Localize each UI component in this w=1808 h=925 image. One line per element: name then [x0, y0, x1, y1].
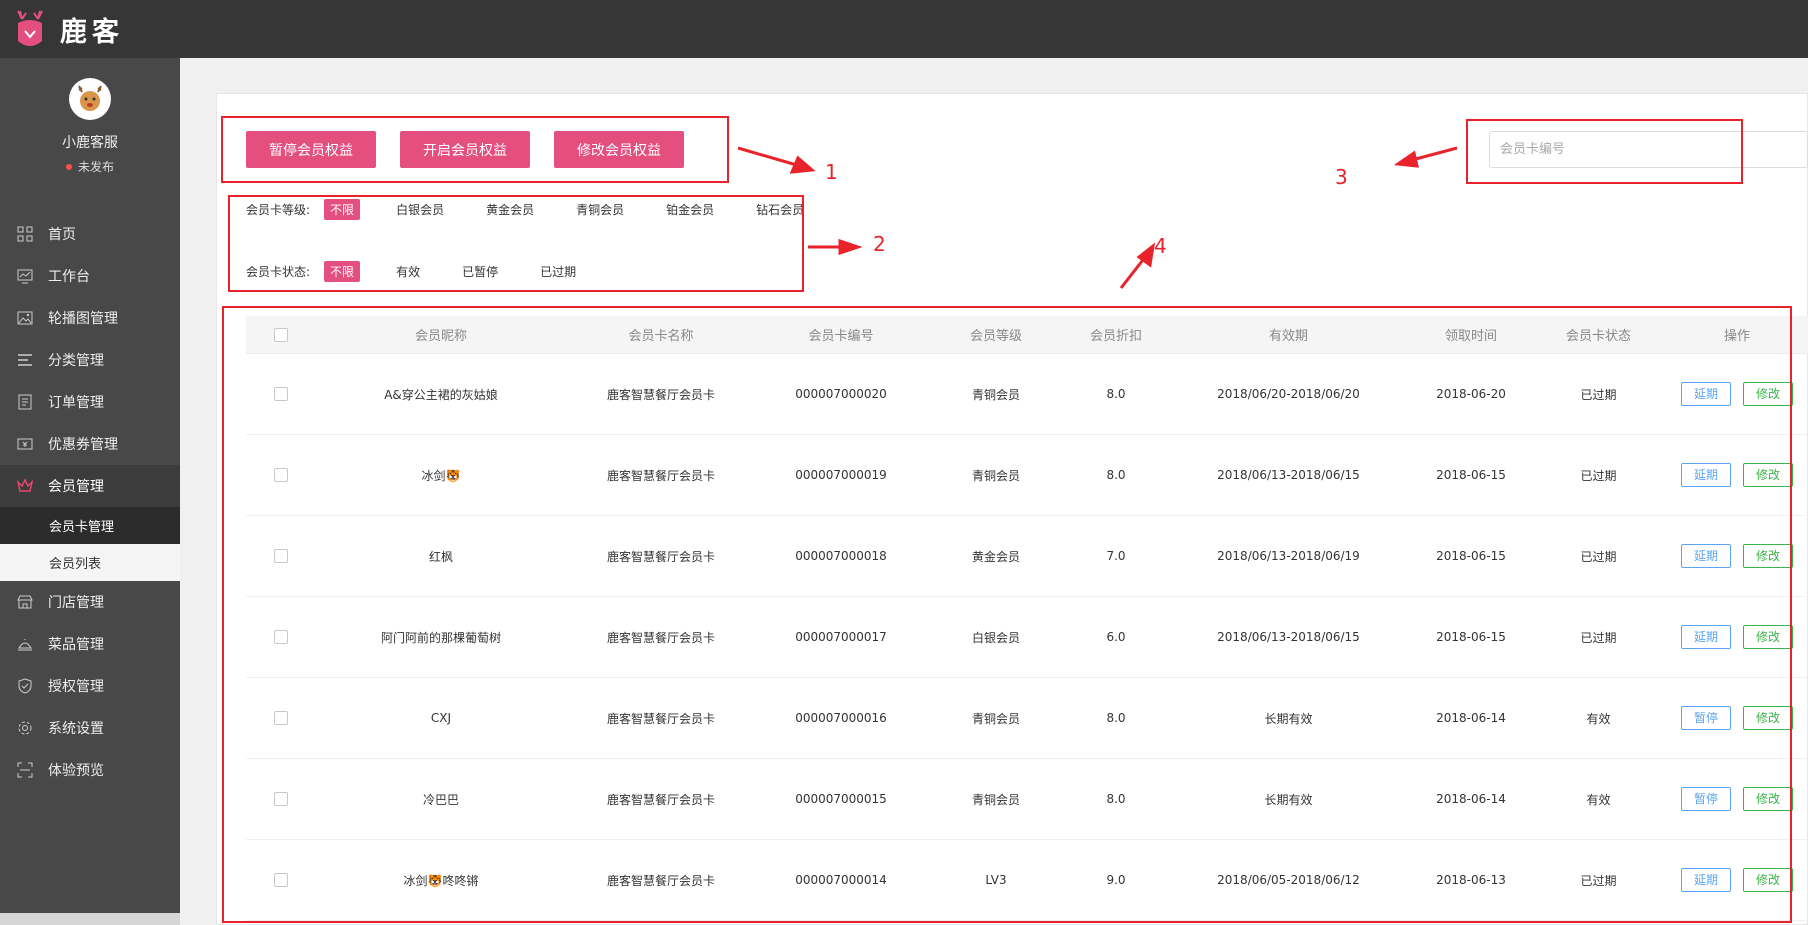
- annotation-label-1: 1: [825, 160, 838, 184]
- annotation-label-3: 3: [1335, 165, 1348, 189]
- annotation-label-2: 2: [873, 232, 886, 256]
- annotation-arrows: [737, 146, 1458, 289]
- annotation-label-4: 4: [1154, 234, 1167, 258]
